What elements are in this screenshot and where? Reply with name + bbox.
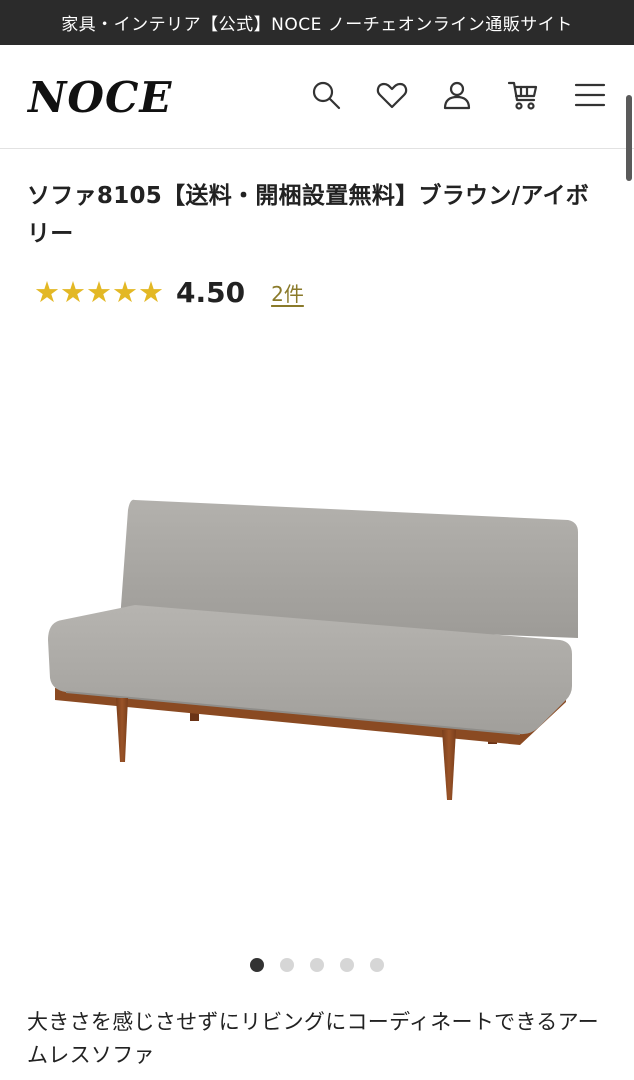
product-description: 大きさを感じさせずにリビングにコーディネートできるアームレスソファ <box>27 1010 599 1067</box>
carousel-dot[interactable] <box>370 958 384 972</box>
search-button[interactable] <box>306 75 346 115</box>
rating-score: 4.50 <box>176 275 246 309</box>
account-button[interactable] <box>437 75 477 115</box>
site-banner-text: 家具・インテリア【公式】NOCE ノーチェオンライン通販サイト <box>61 15 573 35</box>
menu-button[interactable] <box>570 75 610 115</box>
star-icon: ★ <box>86 275 112 309</box>
carousel-dot[interactable] <box>250 958 264 972</box>
cart-icon <box>507 81 538 110</box>
favorites-button[interactable] <box>372 75 412 115</box>
product-rating: ★ ★ ★ ★ ★ 4.50 2件 <box>34 274 304 310</box>
carousel-dot[interactable] <box>280 958 294 972</box>
sofa-product-image <box>48 499 578 800</box>
user-icon <box>443 81 471 110</box>
page-scrollbar[interactable] <box>626 95 632 181</box>
product-image-carousel[interactable] <box>0 320 634 940</box>
site-banner: 家具・インテリア【公式】NOCE ノーチェオンライン通販サイト <box>0 0 634 45</box>
product-title: ソファ8105【送料・開梱設置無料】ブラウン/アイボリー <box>27 183 590 247</box>
carousel-dots <box>0 958 634 972</box>
menu-icon <box>574 83 606 107</box>
star-icon: ★ <box>138 275 164 309</box>
carousel-dot[interactable] <box>340 958 354 972</box>
rating-stars: ★ ★ ★ ★ ★ <box>34 277 164 307</box>
search-icon <box>312 81 341 110</box>
cart-button[interactable] <box>503 75 543 115</box>
carousel-dot[interactable] <box>310 958 324 972</box>
review-count-link[interactable]: 2件 <box>271 278 304 307</box>
noce-logo[interactable]: NOCE <box>28 73 172 122</box>
star-icon: ★ <box>112 275 138 309</box>
star-icon: ★ <box>60 275 86 309</box>
heart-icon <box>376 82 408 109</box>
site-header: NOCE <box>0 45 634 181</box>
star-icon: ★ <box>34 275 60 309</box>
